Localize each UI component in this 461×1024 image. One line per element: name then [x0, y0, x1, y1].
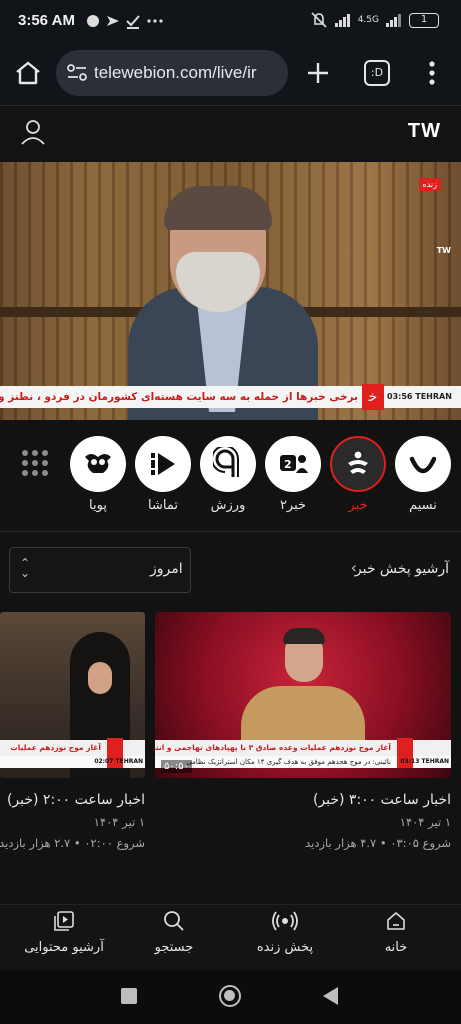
search-icon [124, 910, 224, 934]
notification-icons [85, 12, 165, 34]
mute-icon [311, 12, 327, 28]
video-duration: ۵۰:۵۰ [161, 760, 192, 773]
system-status-icons: 4.5G 1 [310, 11, 439, 29]
archive-title[interactable]: آرشیو پخش خبر [355, 561, 449, 577]
network-type: 4.5G [357, 15, 379, 25]
khabar-icon [330, 436, 386, 492]
channel-label: پویا [89, 498, 107, 513]
channel-tamasha[interactable]: تماشا [135, 436, 191, 513]
live-video-player[interactable]: زنده برخی خبرها از حمله به سه سایت هسته‌… [0, 162, 461, 420]
date-select-value: امروز [150, 561, 183, 577]
new-tab-icon[interactable] [306, 61, 330, 89]
nav-search[interactable]: جستجو [124, 910, 224, 955]
back-button[interactable] [322, 986, 340, 1010]
more-menu-icon[interactable] [428, 60, 436, 90]
site-settings-icon[interactable] [66, 63, 88, 87]
varzesh-icon [200, 436, 256, 492]
channel-pooya[interactable]: پویا [70, 436, 126, 513]
card-meta: شروع ۰۳:۰۵ • ۴.۷ هزار بازدید [305, 836, 451, 850]
all-channels-grid-icon[interactable] [22, 450, 48, 476]
chevron-left-icon[interactable]: ‹ [351, 558, 357, 577]
thumbnail-headline: آغاز موج نوزدهم عملیات [0, 740, 145, 756]
channel-label: تماشا [148, 498, 178, 513]
site-logo[interactable]: TW [408, 120, 441, 143]
channel-label: ورزش [210, 498, 246, 513]
nav-live[interactable]: پخش زنده [235, 910, 335, 955]
battery-icon: 1 [409, 12, 439, 28]
notification-icons-svg [87, 15, 163, 29]
thumbnail-time: 02:07 TEHRAN [94, 758, 143, 765]
home-button[interactable] [219, 985, 241, 1007]
ticker-text: برخی خبرها از حمله به سه سایت هسته‌ای کش… [0, 391, 358, 403]
channel-label: خبر [348, 498, 368, 513]
channel-label: نسیم [409, 498, 437, 513]
channel-khabar2[interactable]: 2 خبر۲ [265, 436, 321, 513]
home-icon [346, 910, 446, 934]
thumbnail-time: 03:13 TEHRAN [400, 758, 449, 765]
live-broadcast-icon [235, 910, 335, 934]
card-title[interactable]: اخبار ساعت ۲:۰۰ (خبر) [7, 792, 145, 808]
smile-icon [395, 436, 451, 492]
select-arrows-icon: ⌃ ⌄ [20, 556, 31, 580]
khabar-logo-icon: ﺧ [362, 384, 384, 410]
video-thumbnail[interactable]: آغاز موج نوزدهم عملیات 02:07 TEHRAN [0, 612, 145, 778]
nav-label: پخش زنده [256, 940, 314, 955]
home-icon[interactable] [14, 60, 42, 90]
url-text[interactable]: telewebion.com/live/ir [94, 63, 284, 83]
card-date: ۱ تیر ۱۴۰۴ [399, 815, 451, 829]
card-meta: شروع ۰۲:۰۰ • ۲.۷ هزار بازدید [0, 836, 145, 850]
channel-label: خبر۲ [279, 498, 307, 513]
pooya-icon [70, 436, 126, 492]
signal-icon [334, 14, 350, 27]
card-date: ۱ تیر ۱۴۰۴ [93, 815, 145, 829]
nav-label: آرشیو محتوایی [24, 940, 104, 955]
status-time: 3:56 AM [18, 12, 75, 29]
news-ticker: برخی خبرها از حمله به سه سایت هسته‌ای کش… [0, 384, 461, 410]
tab-switcher-button[interactable]: :D [364, 60, 390, 86]
tamasha-icon [135, 436, 191, 492]
video-thumbnail[interactable]: آغاز موج نوزدهم عملیات وعده صادق ۳ با په… [155, 612, 451, 778]
card-title[interactable]: اخبار ساعت ۳:۰۰ (خبر) [313, 792, 451, 808]
svg-text:2: 2 [284, 458, 292, 471]
channel-nasim[interactable]: نسیم [395, 436, 451, 513]
khabar2-icon: 2 [265, 436, 321, 492]
user-profile-icon[interactable] [20, 118, 46, 150]
site-header [0, 107, 461, 161]
signal-icon-2 [386, 14, 401, 27]
nav-label: جستجو [154, 940, 194, 955]
recents-button[interactable] [121, 988, 137, 1004]
nav-label: خانه [384, 940, 408, 955]
archive-icon [14, 910, 114, 934]
channel-varzesh[interactable]: ورزش [200, 436, 256, 513]
live-badge: زنده [418, 178, 441, 191]
video-watermark: TW [436, 246, 451, 255]
channel-khabar[interactable]: خبر [330, 436, 386, 513]
nav-archive[interactable]: آرشیو محتوایی [14, 910, 114, 955]
ticker-time: 03:56 TEHRAN [387, 392, 452, 401]
nav-home[interactable]: خانه [346, 910, 446, 955]
